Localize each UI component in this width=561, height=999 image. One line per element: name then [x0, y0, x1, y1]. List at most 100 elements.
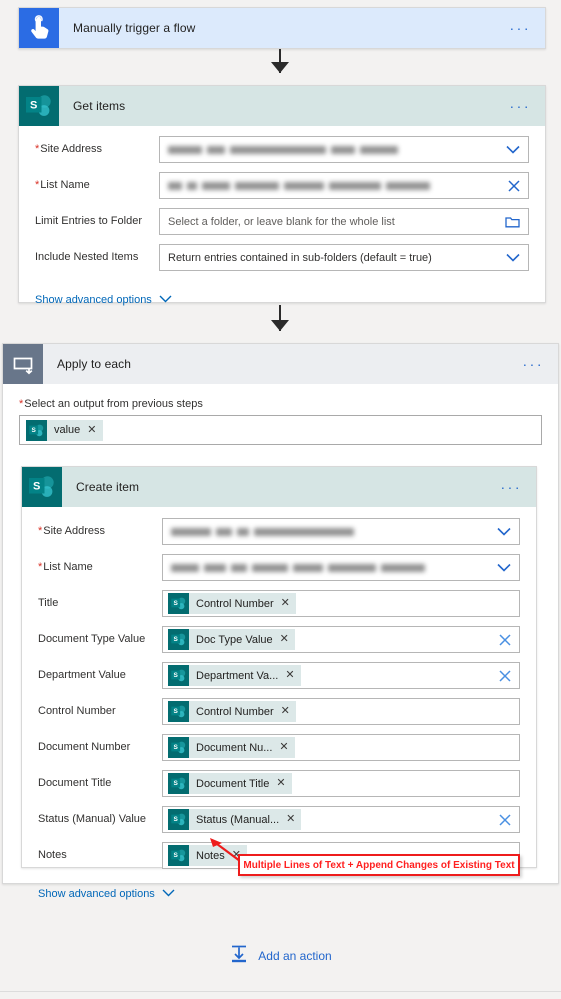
clear-icon[interactable]: [499, 669, 511, 682]
get-items-title: Get items: [73, 99, 126, 113]
token-remove-icon[interactable]: ✕: [281, 598, 290, 609]
field-input-control-number[interactable]: S Control Number ✕: [162, 698, 520, 725]
get-items-fields: *Site Address *List Name Limit Entries t…: [19, 126, 545, 286]
clear-icon[interactable]: [508, 179, 520, 192]
apply-to-each-menu-button[interactable]: ···: [523, 357, 545, 371]
field-row-list-name: *List Name: [35, 172, 529, 199]
field-input-create-list-name[interactable]: [162, 554, 520, 581]
sharepoint-icon: S: [168, 773, 189, 794]
apply-to-each-input-label: *Select an output from previous steps: [19, 398, 203, 410]
token-remove-icon[interactable]: ✕: [276, 778, 285, 789]
apply-to-each-title: Apply to each: [57, 357, 132, 371]
trigger-title: Manually trigger a flow: [73, 21, 196, 35]
chevron-down-icon[interactable]: [497, 527, 511, 536]
field-label-limit-entries-to-folder: Limit Entries to Folder: [35, 215, 142, 227]
create-item-advanced-options-toggle[interactable]: Show advanced options: [38, 888, 175, 900]
dynamic-content-token-status-manual[interactable]: S Status (Manual... ✕: [168, 809, 302, 830]
touch-trigger-icon: [19, 8, 59, 48]
redacted-value: [171, 527, 354, 536]
dynamic-content-token-document-number[interactable]: S Document Nu... ✕: [168, 737, 295, 758]
chevron-down-icon[interactable]: [506, 145, 520, 154]
clear-icon[interactable]: [499, 813, 511, 826]
chevron-down-icon[interactable]: [497, 563, 511, 572]
field-input-document-type-value[interactable]: S Doc Type Value ✕: [162, 626, 520, 653]
dynamic-content-token-document-title[interactable]: S Document Title ✕: [168, 773, 292, 794]
token-remove-icon[interactable]: ✕: [281, 706, 290, 717]
field-input-site-address[interactable]: [159, 136, 529, 163]
advanced-options-label: Show advanced options: [35, 294, 152, 306]
field-label-notes: Notes: [38, 849, 67, 861]
token-label: value: [54, 424, 81, 436]
field-row-status-manual-value: Status (Manual) Value S Status (Manual..…: [38, 806, 520, 833]
field-label-title: Title: [38, 597, 59, 609]
trigger-card-header[interactable]: Manually trigger a flow ···: [19, 8, 545, 48]
svg-text:S: S: [33, 480, 40, 492]
token-remove-icon[interactable]: ✕: [280, 634, 289, 645]
field-row-site-address: *Site Address: [35, 136, 529, 163]
field-input-department-value[interactable]: S Department Va... ✕: [162, 662, 520, 689]
field-placeholder-limit-entries: Select a folder, or leave blank for the …: [168, 215, 395, 228]
apply-to-each-header[interactable]: Apply to each ···: [3, 344, 558, 384]
token-remove-icon[interactable]: ✕: [87, 424, 96, 436]
token-remove-icon[interactable]: ✕: [286, 814, 295, 825]
get-items-advanced-options-toggle[interactable]: Show advanced options: [35, 294, 172, 306]
field-label-document-type-value: Document Type Value: [38, 633, 146, 645]
sharepoint-icon: S: [168, 701, 189, 722]
create-item-title: Create item: [76, 480, 140, 494]
token-label: Status (Manual...: [196, 813, 280, 826]
field-input-title[interactable]: S Control Number ✕: [162, 590, 520, 617]
insert-action-icon: [229, 944, 249, 967]
field-row-control-number: Control Number S Control Number ✕: [38, 698, 520, 725]
sharepoint-icon: S: [168, 809, 189, 830]
field-row-document-type-value: Document Type Value S Doc Type Value ✕: [38, 626, 520, 653]
svg-text:S: S: [174, 744, 179, 751]
svg-text:S: S: [174, 636, 179, 643]
chevron-down-icon[interactable]: [506, 253, 520, 262]
field-input-limit-entries-to-folder[interactable]: Select a folder, or leave blank for the …: [159, 208, 529, 235]
token-label: Document Nu...: [196, 741, 273, 754]
field-label-status-manual-value: Status (Manual) Value: [38, 813, 147, 825]
field-input-document-title[interactable]: S Document Title ✕: [162, 770, 520, 797]
token-remove-icon[interactable]: ✕: [285, 670, 294, 681]
field-input-create-site-address[interactable]: [162, 518, 520, 545]
create-item-card[interactable]: S Create item ··· *Site Address *List Na…: [21, 466, 537, 900]
folder-icon[interactable]: [505, 215, 520, 228]
field-input-include-nested-items[interactable]: Return entries contained in sub-folders …: [159, 244, 529, 271]
apply-to-each-card[interactable]: Apply to each ··· *Select an output from…: [2, 343, 559, 900]
create-item-header[interactable]: S Create item ···: [22, 467, 536, 507]
get-items-card[interactable]: S Get items ··· *Site Address *List Name…: [18, 85, 546, 306]
get-items-menu-button[interactable]: ···: [510, 99, 532, 113]
trigger-card[interactable]: Manually trigger a flow ···: [18, 7, 546, 49]
field-label-department-value: Department Value: [38, 669, 126, 681]
advanced-options-label: Show advanced options: [38, 888, 155, 900]
dynamic-content-token-control-number[interactable]: S Control Number ✕: [168, 593, 296, 614]
field-label-create-list-name: *List Name: [38, 561, 93, 573]
connector-arrowhead-2: [271, 320, 289, 331]
token-remove-icon[interactable]: ✕: [279, 742, 288, 753]
field-row-create-site-address: *Site Address: [38, 518, 520, 545]
dynamic-content-token-department-value[interactable]: S Department Va... ✕: [168, 665, 301, 686]
add-an-action-button[interactable]: Add an action: [0, 944, 561, 967]
trigger-menu-button[interactable]: ···: [510, 21, 532, 35]
field-row-create-list-name: *List Name: [38, 554, 520, 581]
field-row-title: Title S Control Number ✕: [38, 590, 520, 617]
dynamic-content-token-doc-type-value[interactable]: S Doc Type Value ✕: [168, 629, 295, 650]
svg-text:S: S: [174, 672, 179, 679]
field-input-status-manual-value[interactable]: S Status (Manual... ✕: [162, 806, 520, 833]
dynamic-content-token-value[interactable]: S value ✕: [26, 419, 103, 441]
svg-text:S: S: [174, 600, 179, 607]
sharepoint-icon: S: [168, 845, 189, 866]
apply-to-each-input[interactable]: S value ✕: [19, 415, 542, 445]
dynamic-content-token-control-number[interactable]: S Control Number ✕: [168, 701, 296, 722]
clear-icon[interactable]: [499, 633, 511, 646]
connector-arrowhead-1: [271, 62, 289, 73]
svg-text:S: S: [30, 99, 37, 111]
create-item-menu-button[interactable]: ···: [501, 480, 523, 494]
get-items-header[interactable]: S Get items ···: [19, 86, 545, 126]
field-input-list-name[interactable]: [159, 172, 529, 199]
chevron-down-icon: [162, 888, 175, 900]
field-input-document-number[interactable]: S Document Nu... ✕: [162, 734, 520, 761]
annotation-text: Multiple Lines of Text + Append Changes …: [243, 859, 515, 871]
field-row-include-nested-items: Include Nested Items Return entries cont…: [35, 244, 529, 271]
sharepoint-icon: S: [26, 419, 47, 441]
